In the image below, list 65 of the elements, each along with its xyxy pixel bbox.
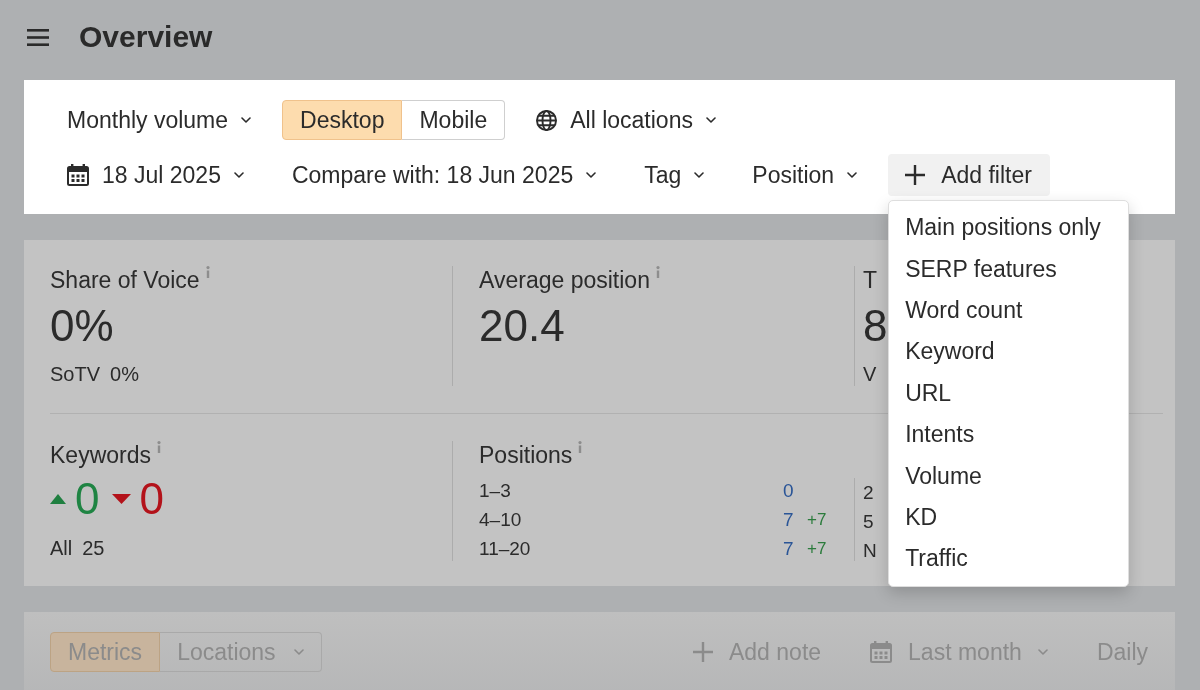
up-triangle-icon	[50, 494, 66, 504]
metric-value: 0%	[50, 302, 114, 350]
filter-dropdown[interactable]: Compare with: 18 Jun 2025	[291, 155, 597, 195]
filter-menu-item[interactable]: SERP features	[889, 248, 1129, 290]
metric-sub-label: V	[863, 362, 877, 386]
position-change: +7	[807, 509, 827, 530]
position-count: 7	[783, 508, 794, 531]
metric-title: Share of Voice	[50, 266, 200, 294]
position-range: 2	[863, 481, 874, 504]
position-count: 0	[783, 479, 794, 502]
chevron-down-icon	[293, 649, 304, 655]
add-filter-button[interactable]: Add filter	[888, 154, 1050, 196]
filter-menu-item[interactable]: Main positions only	[889, 207, 1129, 249]
filter-menu-item[interactable]: URL	[889, 372, 1129, 414]
location-dropdown[interactable]: All locations	[536, 100, 716, 140]
keywords-up-count: 0	[75, 479, 100, 519]
position-range: 11–20	[479, 537, 531, 560]
calendar-icon	[67, 164, 89, 186]
filter-menu-item[interactable]: Keyword	[889, 331, 1129, 373]
filter-menu-item[interactable]: Traffic	[889, 538, 1129, 580]
keywords-down-count: 0	[139, 479, 164, 519]
filter-menu-item[interactable]: Intents	[889, 413, 1129, 456]
chevron-down-icon	[694, 172, 705, 178]
metric-sub-label: All	[50, 536, 73, 561]
chevron-down-icon	[705, 117, 716, 123]
metric-sub-label: SoTV	[50, 362, 101, 386]
chevron-down-icon	[1037, 649, 1048, 655]
device-tab[interactable]: Mobile	[402, 100, 506, 140]
metric-sub-value: 0%	[110, 362, 139, 386]
filter-dropdown[interactable]: Tag	[644, 155, 705, 195]
metric-value: 20.4	[479, 302, 565, 350]
metric-title: Keywords	[50, 441, 151, 469]
info-icon[interactable]	[655, 266, 660, 278]
chevron-down-icon	[241, 117, 252, 123]
position-range: 1–3	[479, 479, 511, 502]
info-icon[interactable]	[157, 441, 161, 453]
info-icon[interactable]	[578, 441, 583, 453]
device-tab[interactable]: Desktop	[282, 100, 403, 140]
filter-menu-item[interactable]: Word count	[889, 289, 1129, 332]
metric-sub-value: 25	[82, 536, 105, 561]
position-change: +7	[807, 538, 827, 559]
menu-icon[interactable]	[27, 28, 49, 46]
filter-dropdown[interactable]: Position	[752, 155, 858, 195]
metric-title: Average position	[479, 266, 650, 294]
down-triangle-icon	[112, 494, 132, 504]
page-title: Overview	[79, 19, 213, 55]
metric-value: 8	[863, 302, 888, 350]
globe-icon	[536, 109, 558, 131]
chevron-down-icon	[847, 172, 858, 178]
date-picker[interactable]: 18 Jul 2025	[67, 155, 244, 195]
metric-title: T	[863, 266, 878, 294]
plus-icon	[693, 642, 713, 662]
calendar-icon	[870, 641, 893, 663]
position-range: 5	[863, 510, 874, 533]
position-range: N	[863, 539, 877, 562]
metric-title: Positions	[479, 441, 573, 469]
position-range: 4–10	[479, 508, 522, 531]
chevron-down-icon	[586, 172, 597, 178]
chevron-down-icon	[233, 172, 244, 178]
filter-menu-item[interactable]: Volume	[889, 455, 1129, 497]
plus-icon	[905, 165, 926, 185]
filter-dropdown[interactable]: Monthly volume	[67, 100, 252, 140]
filter-menu-item[interactable]: KD	[889, 496, 1129, 539]
info-icon[interactable]	[205, 266, 210, 278]
position-count: 7	[783, 537, 794, 560]
